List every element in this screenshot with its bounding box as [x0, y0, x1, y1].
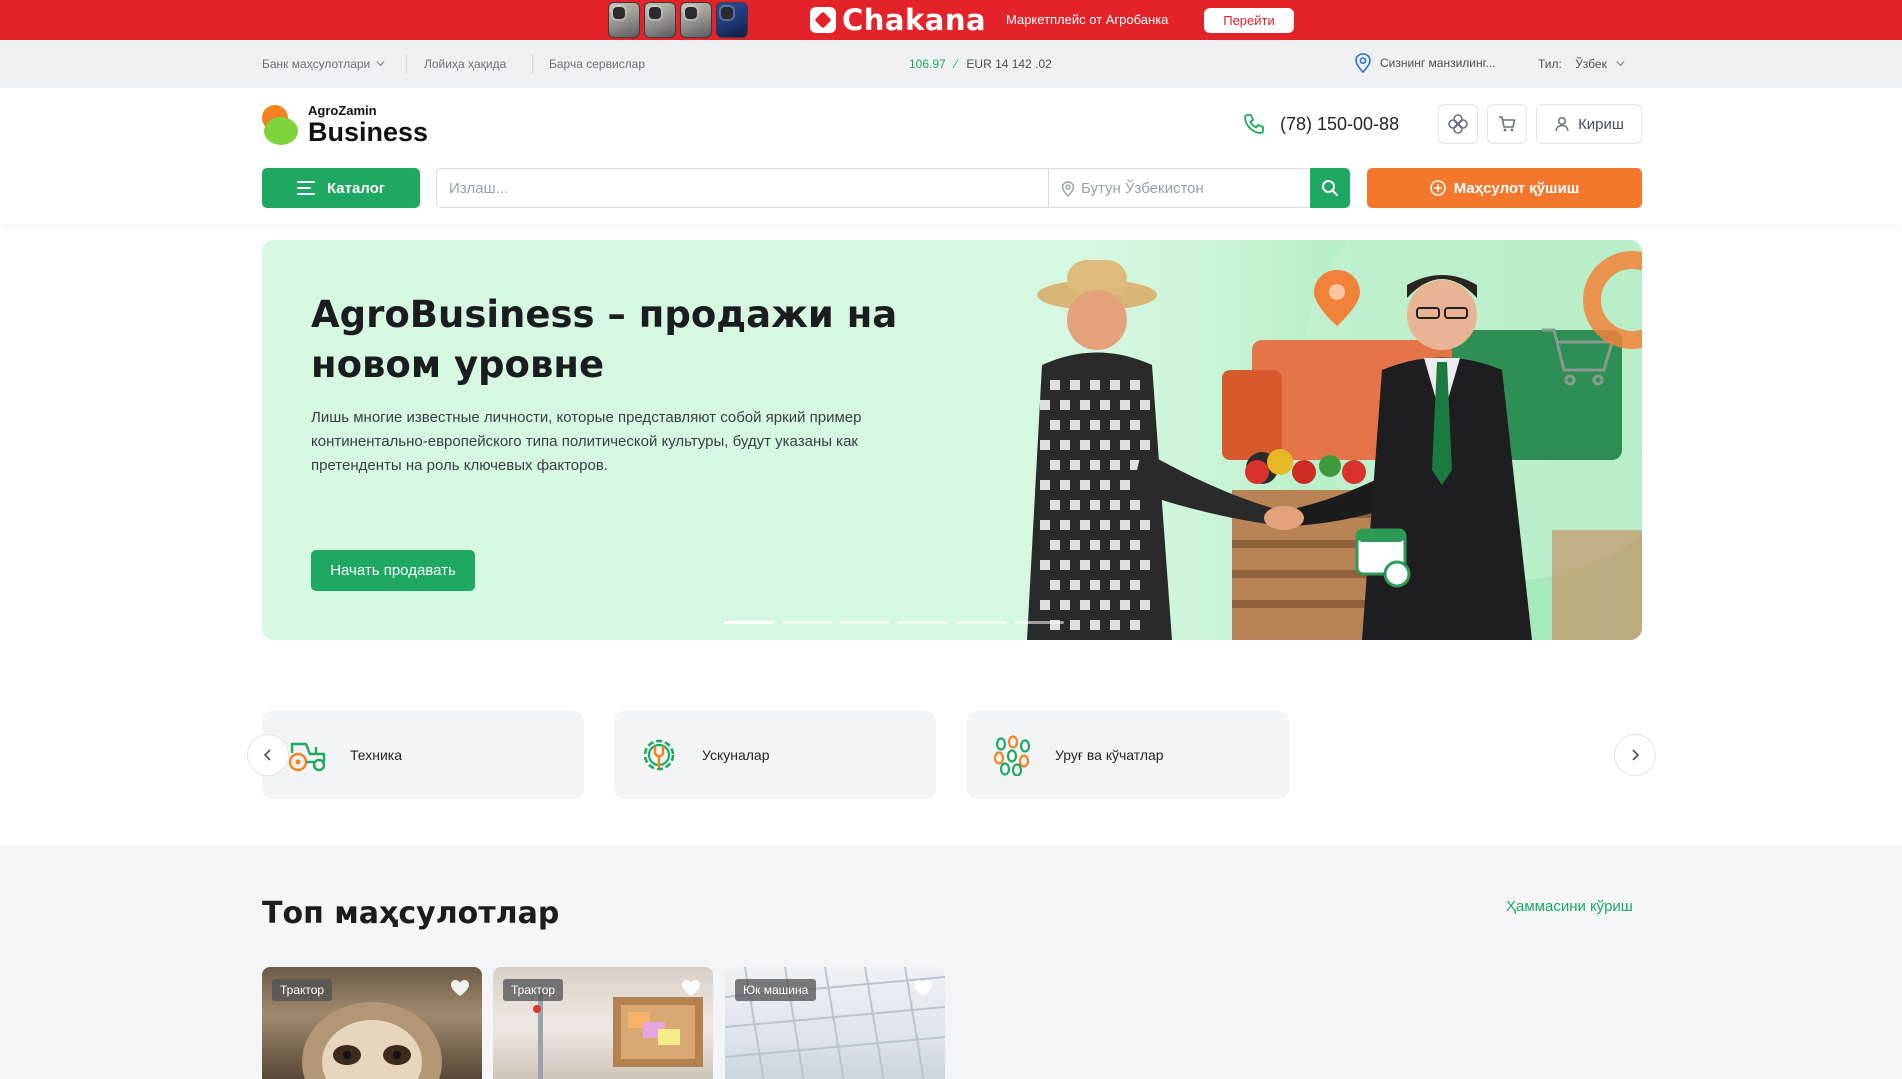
promo-banner[interactable]: Chakana Маркетплейс от Агробанка Перейти	[0, 0, 1902, 40]
product-tag: Юк машина	[735, 979, 817, 1001]
compare-button[interactable]	[1438, 104, 1478, 144]
product-card[interactable]: Трактор	[262, 967, 482, 1079]
top-products-section: Топ маҳсулотлар Ҳаммасини кўриш Трактор …	[0, 846, 1902, 1079]
hero-banner: AgroBusiness – продажи на новом уровне Л…	[262, 240, 1642, 640]
search-bar: Излаш... Бутун Ўзбекистон	[436, 168, 1350, 208]
seeds-icon	[993, 735, 1031, 776]
heart-icon[interactable]	[681, 979, 701, 997]
chakana-brand: Chakana	[842, 3, 987, 37]
category-card-seeds[interactable]: Уруғ ва кўчатлар	[967, 711, 1289, 799]
menu-icon	[296, 181, 315, 195]
category-label: Техника	[350, 747, 403, 763]
exchange-rates: 106.97 ⁄ EUR 14 142 .02	[909, 57, 1052, 71]
region-label: Бутун Ўзбекистон	[1081, 180, 1204, 197]
location-label: Сизнинг манзилинг...	[1380, 56, 1496, 70]
slider-dot[interactable]	[1014, 621, 1064, 624]
all-services-link[interactable]: Барча сервислар	[549, 57, 645, 71]
language-value: Ўзбек	[1575, 57, 1607, 71]
trend-up-icon: ⁄	[955, 57, 958, 71]
utility-bar: Банк маҳсулотлари Лойиҳа ҳақида Барча се…	[0, 40, 1902, 88]
search-button[interactable]	[1310, 168, 1350, 208]
promo-subtitle: Маркетплейс от Агробанка	[1006, 12, 1169, 27]
category-card-tehnika[interactable]: Техника	[262, 711, 584, 799]
user-icon	[1555, 116, 1569, 132]
product-card[interactable]: Юк машина	[725, 967, 945, 1079]
language-label: Тил:	[1538, 57, 1562, 71]
eur-rate: EUR 14 142 .02	[966, 57, 1052, 71]
site-logo[interactable]: AgroZamin Business	[262, 104, 428, 146]
category-label: Ускуналар	[702, 747, 770, 763]
add-product-button[interactable]: Маҳсулот қўшиш	[1367, 168, 1642, 208]
category-card-uskunalar[interactable]: Ускуналар	[614, 711, 936, 799]
usd-rate: 106.97	[909, 57, 946, 71]
slider-dot[interactable]	[956, 621, 1006, 624]
phone-number: (78) 150-00-88	[1280, 113, 1400, 134]
hero-title: AgroBusiness – продажи на новом уровне	[311, 293, 898, 386]
phones-image	[608, 2, 752, 40]
logo-mark-icon	[262, 105, 298, 145]
carousel-prev-button[interactable]	[247, 734, 289, 776]
catalog-label: Каталог	[326, 179, 386, 197]
search-input[interactable]: Излаш...	[449, 180, 508, 197]
search-icon	[1322, 180, 1338, 196]
see-all-link[interactable]: Ҳаммасини кўриш	[1506, 898, 1633, 915]
slider-dot[interactable]	[840, 621, 890, 624]
language-selector[interactable]: Тил: Ўзбек	[1538, 57, 1625, 71]
gear-wrench-icon	[643, 739, 675, 771]
region-selector[interactable]: Бутун Ўзбекистон	[1061, 180, 1204, 197]
category-label: Уруғ ва кўчатлар	[1055, 747, 1164, 763]
location-selector[interactable]: Сизнинг манзилинг...	[1354, 53, 1496, 73]
phone-link[interactable]: (78) 150-00-88	[1242, 112, 1399, 136]
promo-go-button[interactable]: Перейти	[1204, 8, 1294, 33]
chevron-down-icon	[1616, 61, 1625, 67]
chakana-logo: Chakana	[810, 3, 987, 37]
product-card[interactable]: Трактор	[493, 967, 713, 1079]
divider	[532, 54, 533, 74]
carousel-next-button[interactable]	[1614, 734, 1656, 776]
logo-bottom-text: Business	[308, 117, 429, 147]
about-project-link[interactable]: Лойиҳа ҳақида	[424, 57, 506, 71]
tractor-icon	[288, 742, 326, 772]
slider-dot[interactable]	[782, 621, 832, 624]
phone-icon	[1244, 114, 1264, 134]
chevron-down-icon	[376, 61, 385, 67]
add-product-label: Маҳсулот қўшиш	[1453, 179, 1580, 197]
start-selling-button[interactable]: Начать продавать	[311, 550, 475, 591]
slider-dots	[724, 621, 1064, 624]
handshake-illustration	[1012, 240, 1642, 640]
product-tag: Трактор	[503, 979, 564, 1001]
bank-products-label: Банк маҳсулотлари	[262, 57, 371, 71]
location-pin-icon	[1355, 53, 1371, 73]
chevron-right-icon	[1632, 749, 1640, 761]
cart-icon	[1499, 116, 1516, 132]
heart-icon[interactable]	[450, 979, 470, 997]
divider	[1048, 169, 1049, 207]
chakana-logo-icon	[810, 7, 836, 33]
catalog-button[interactable]: Каталог	[262, 168, 420, 208]
heart-icon[interactable]	[913, 979, 933, 997]
slider-dot[interactable]	[898, 621, 948, 624]
login-button[interactable]: Кириш	[1536, 104, 1642, 144]
product-tag: Трактор	[272, 979, 333, 1001]
divider	[406, 54, 407, 74]
bank-products-dropdown[interactable]: Банк маҳсулотлари	[262, 57, 385, 71]
flower-icon	[1448, 114, 1468, 134]
site-header: AgroZamin Business (78) 150-00-88 Кириш	[0, 88, 1902, 224]
chevron-left-icon	[263, 749, 271, 761]
cart-button[interactable]	[1487, 104, 1527, 144]
location-pin-icon	[1061, 180, 1075, 197]
plus-circle-icon	[1429, 180, 1446, 196]
logo-top-text: AgroZamin	[308, 103, 377, 118]
login-label: Кириш	[1578, 115, 1624, 133]
hero-text: Лишь многие известные личности, которые …	[311, 409, 862, 474]
slider-dot[interactable]	[724, 621, 774, 624]
section-title: Топ маҳсулотлар	[262, 896, 560, 931]
